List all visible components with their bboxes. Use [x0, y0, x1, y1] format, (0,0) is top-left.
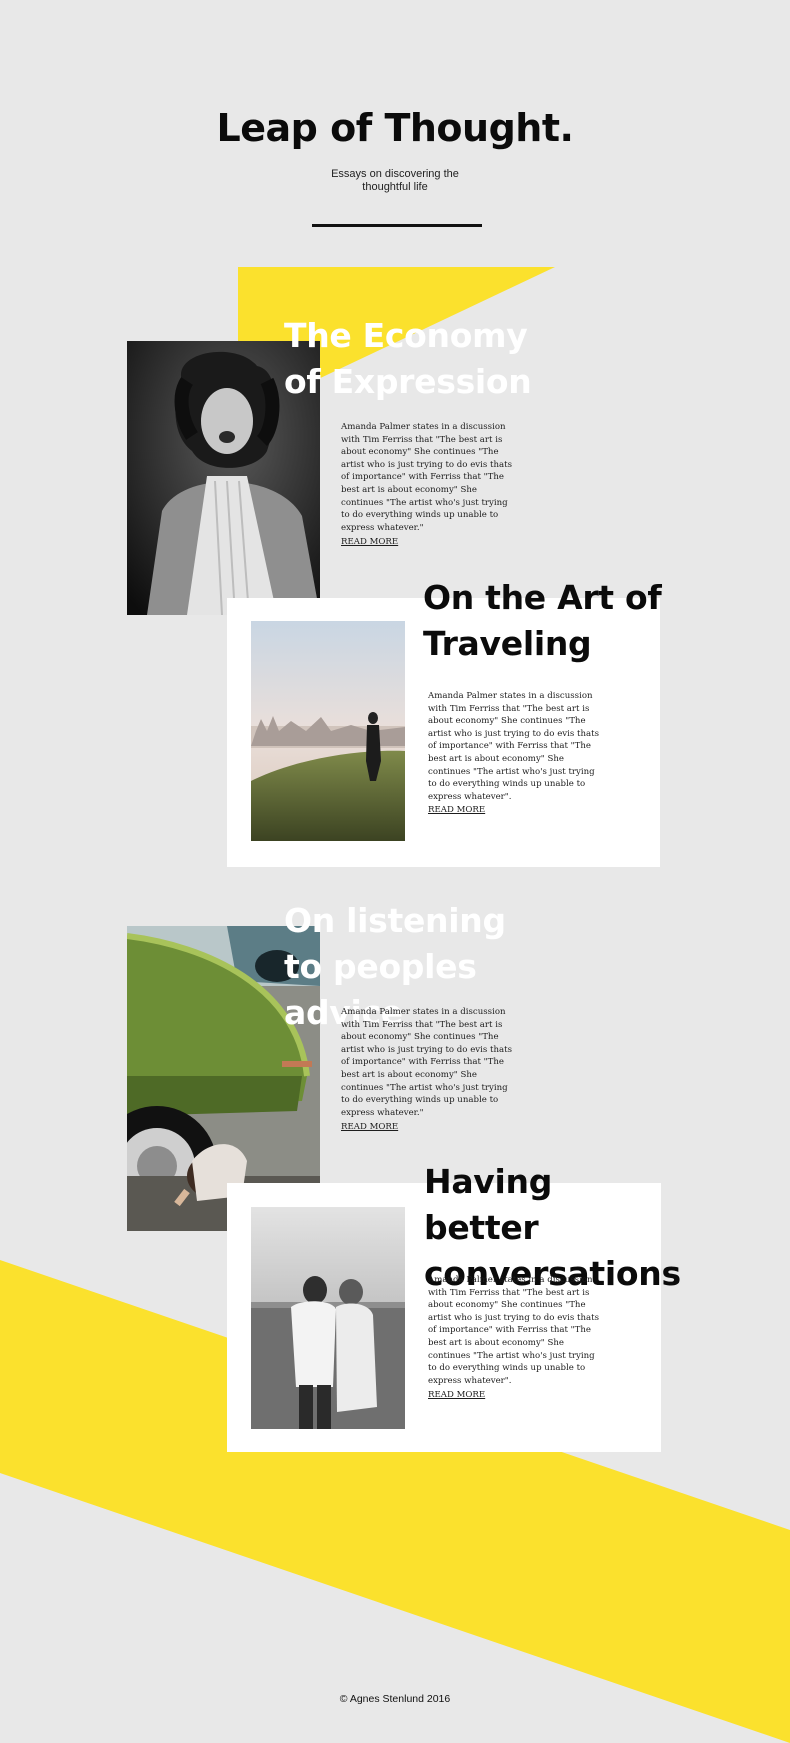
article-excerpt: Amanda Palmer states in a discussion wit…	[341, 422, 513, 533]
article-title[interactable]: The Economy of Expression	[284, 313, 544, 405]
read-more-link[interactable]: READ MORE	[341, 1122, 398, 1132]
read-more-link[interactable]: READ MORE	[428, 805, 485, 815]
header-divider	[312, 224, 482, 227]
site-subtitle: Essays on discovering the thoughtful lif…	[331, 168, 459, 193]
article-image-couple[interactable]	[251, 1207, 405, 1429]
article-excerpt: Amanda Palmer states in a discussion wit…	[341, 1007, 513, 1118]
site-title: Leap of Thought.	[216, 106, 574, 150]
article-image-traveler[interactable]	[251, 621, 405, 841]
article-title[interactable]: On the Art of Traveling	[423, 575, 663, 667]
footer-copyright: © Agnes Stenlund 2016	[339, 1693, 451, 1705]
read-more-link[interactable]: READ MORE	[341, 537, 398, 547]
read-more-link[interactable]: READ MORE	[428, 1390, 485, 1400]
article-excerpt: Amanda Palmer states in a discussion wit…	[428, 1275, 600, 1386]
article-excerpt: Amanda Palmer states in a discussion wit…	[428, 691, 600, 802]
